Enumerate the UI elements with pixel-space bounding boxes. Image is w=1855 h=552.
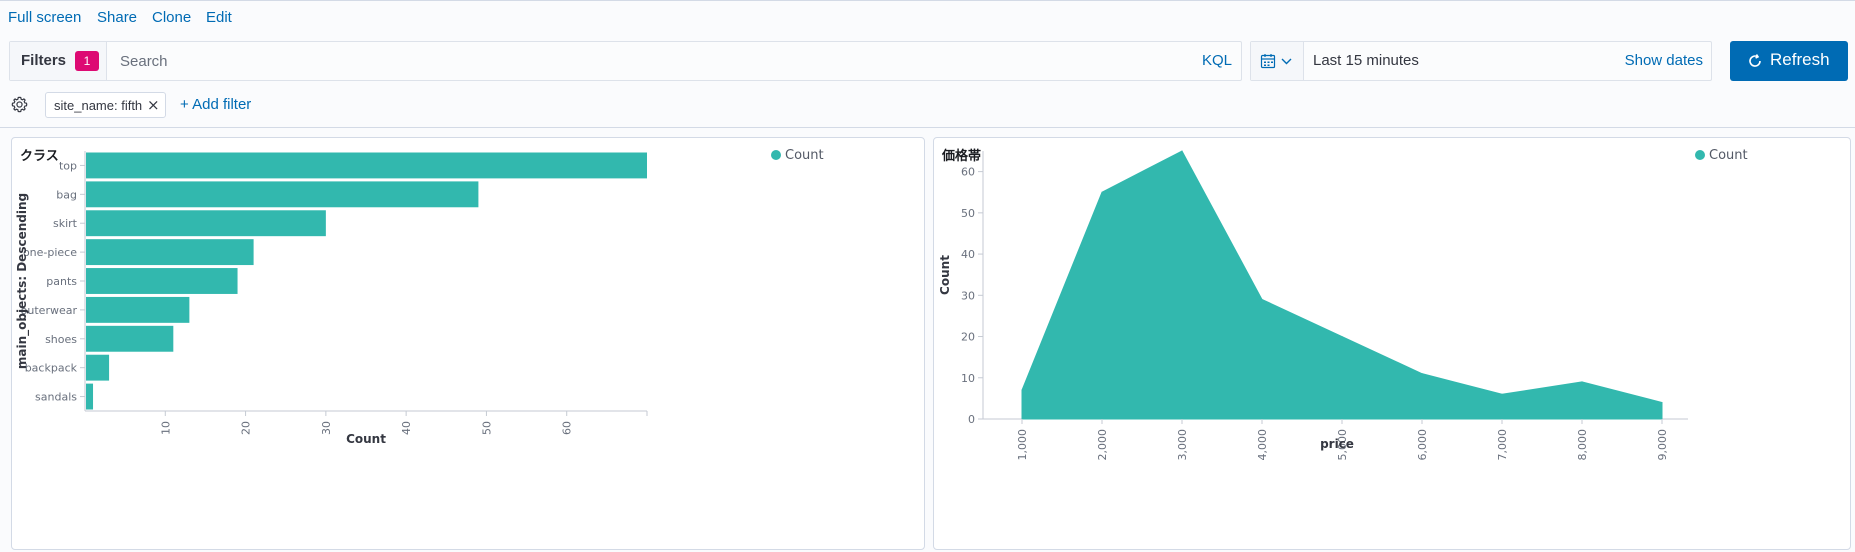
legend-dot [771, 150, 781, 160]
y-tick-label: 60 [961, 166, 975, 179]
y-tick-label: one-piece [23, 246, 77, 259]
filters-button[interactable]: Filters 1 [10, 42, 107, 80]
x-tick-label: 50 [480, 421, 493, 435]
bar [86, 239, 254, 266]
y-tick-label: bag [56, 188, 77, 201]
refresh-button[interactable]: Refresh [1730, 41, 1848, 81]
x-axis-title: Count [346, 432, 386, 446]
calendar-icon [1260, 54, 1292, 69]
quick-date-button[interactable] [1251, 42, 1304, 80]
search-input[interactable] [108, 42, 1144, 80]
full-screen-link[interactable]: Full screen [8, 9, 81, 26]
bar [86, 181, 479, 208]
panel-title: 価格帯 [942, 149, 982, 164]
clone-link[interactable]: Clone [152, 9, 191, 26]
y-tick-label: shoes [45, 333, 77, 346]
query-bar: Filters 1 KQL [9, 41, 1242, 81]
panel-class-chart: top bag skirt one-piece pants outerwear shoes b… [11, 137, 925, 550]
data-point [1341, 336, 1343, 338]
data-point [1501, 393, 1503, 395]
filter-pill-label: site_name: fifth [54, 98, 143, 113]
top-nav: Full screen Share Clone Edit [0, 0, 1855, 36]
y-axis-title: Count [938, 255, 952, 295]
bar [86, 296, 190, 323]
y-tick-label: top [59, 159, 77, 172]
data-point [1661, 402, 1663, 404]
x-tick-label: 10 [159, 421, 172, 435]
bar [86, 383, 94, 410]
y-tick-label: sandals [35, 391, 77, 404]
data-point [1021, 389, 1023, 391]
x-axis-title: price [1320, 437, 1354, 451]
legend-dot [1695, 150, 1705, 160]
filter-pill[interactable]: site_name: fifth × [45, 92, 166, 118]
y-tick-label: 50 [961, 207, 975, 220]
area-series [1021, 150, 1663, 420]
refresh-icon [1749, 54, 1761, 67]
y-tick-label: 40 [961, 248, 975, 261]
x-tick-label: 7,000 [1496, 429, 1509, 461]
add-filter-button[interactable]: + Add filter [180, 96, 251, 113]
y-tick-label: skirt [53, 217, 78, 230]
y-tick-label: 10 [961, 372, 975, 385]
x-tick-label: 9,000 [1656, 429, 1669, 461]
x-tick-label: 20 [240, 421, 253, 435]
x-tick-label: 40 [400, 421, 413, 435]
refresh-label: Refresh [1770, 50, 1830, 69]
x-tick-label: 6,000 [1416, 429, 1429, 461]
x-tick-label: 2,000 [1096, 429, 1109, 461]
kql-language-toggle[interactable]: KQL [1202, 52, 1232, 69]
y-axis-title: main_objects: Descending [15, 193, 30, 369]
panel-title: クラス [20, 149, 59, 164]
edit-link[interactable]: Edit [206, 9, 232, 26]
data-point [1101, 191, 1103, 193]
chevron-down-icon [1281, 58, 1292, 65]
y-tick-label: pants [46, 275, 77, 288]
y-tick-label: 30 [961, 289, 975, 302]
y-tick-label: 20 [961, 331, 975, 344]
y-tick-label: 0 [968, 413, 975, 426]
time-range-text[interactable]: Last 15 minutes [1313, 52, 1419, 69]
data-point [1421, 373, 1423, 375]
legend-label: Count [785, 148, 824, 163]
filters-count-badge: 1 [75, 51, 99, 71]
show-dates-link[interactable]: Show dates [1625, 52, 1703, 69]
x-tick-label: 60 [561, 421, 574, 435]
bar [86, 210, 326, 237]
filters-label: Filters [21, 52, 67, 69]
x-tick-label: 4,000 [1256, 429, 1269, 461]
bar [86, 354, 110, 381]
price-area-chart: 01020304050601,000 2,000 3,000 4,000 5,000 6,… [938, 148, 1748, 461]
x-tick-label: 8,000 [1576, 429, 1589, 461]
panel-price-chart: 0 10 20 30 40 50 60 1,000 2,000 3,000 4,000 5,000 6,… [933, 137, 1851, 550]
bar [86, 268, 238, 294]
data-point [1181, 150, 1183, 152]
data-point [1581, 381, 1583, 383]
x-tick-label: 3,000 [1176, 429, 1189, 461]
data-point [1261, 298, 1263, 300]
date-picker: Last 15 minutes Show dates [1250, 41, 1712, 81]
share-link[interactable]: Share [97, 9, 137, 26]
class-bar-chart: top bag skirt one-piece pants outerwear shoes b… [15, 148, 824, 446]
bar [86, 325, 174, 352]
y-tick-label: outerwear [21, 304, 78, 317]
divider [0, 127, 1855, 128]
x-tick-label: 30 [320, 421, 333, 435]
legend-label: Count [1709, 148, 1748, 163]
gear-icon[interactable] [11, 96, 28, 113]
y-tick-label: backpack [25, 362, 78, 375]
bar [86, 152, 647, 179]
dashboard-app: Full screen Share Clone Edit Filters 1 K… [0, 0, 1855, 552]
x-tick-label: 1,000 [1016, 429, 1029, 461]
close-icon[interactable]: × [147, 96, 160, 114]
